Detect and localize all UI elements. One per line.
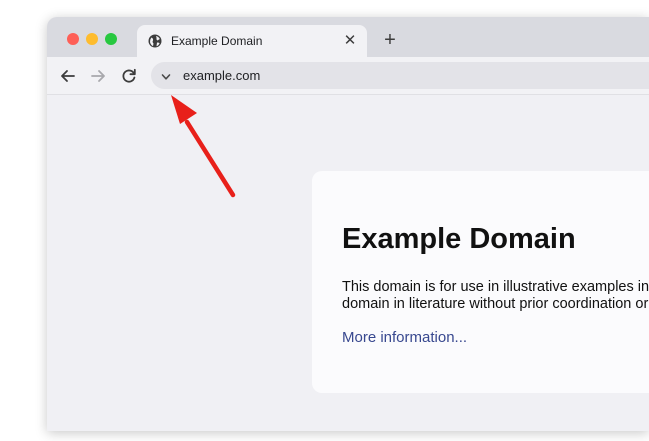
content-card: Example Domain This domain is for use in… [312, 171, 649, 393]
arrow-right-icon [91, 70, 105, 82]
maximize-window-button[interactable] [105, 33, 117, 45]
close-window-button[interactable] [67, 33, 79, 45]
chevron-down-icon[interactable] [160, 70, 172, 82]
page-heading: Example Domain [342, 223, 576, 255]
arrow-left-icon [61, 70, 75, 82]
address-bar[interactable]: example.com [151, 62, 649, 89]
tab-strip: Example Domain ✕ + [47, 17, 649, 57]
tab-title: Example Domain [171, 34, 263, 48]
back-button[interactable] [58, 66, 78, 86]
globe-icon [148, 34, 162, 48]
new-tab-button[interactable]: + [379, 29, 401, 51]
minimize-window-button[interactable] [86, 33, 98, 45]
forward-button[interactable] [88, 66, 108, 86]
paragraph-line: domain in literature without prior coord… [342, 296, 649, 312]
paragraph-line: This domain is for use in illustrative e… [342, 279, 649, 295]
reload-button[interactable] [119, 66, 139, 86]
reload-icon [122, 68, 136, 83]
url-text[interactable]: example.com [183, 68, 260, 83]
tab-example-domain[interactable]: Example Domain ✕ [137, 25, 367, 57]
page-paragraph: This domain is for use in illustrative e… [342, 279, 649, 313]
more-information-link[interactable]: More information... [342, 329, 467, 346]
page-content: Example Domain This domain is for use in… [47, 95, 649, 431]
tab-close-icon[interactable]: ✕ [341, 32, 359, 50]
browser-window: Example Domain ✕ + example.com Example D… [47, 17, 649, 431]
browser-toolbar: example.com [47, 57, 649, 95]
